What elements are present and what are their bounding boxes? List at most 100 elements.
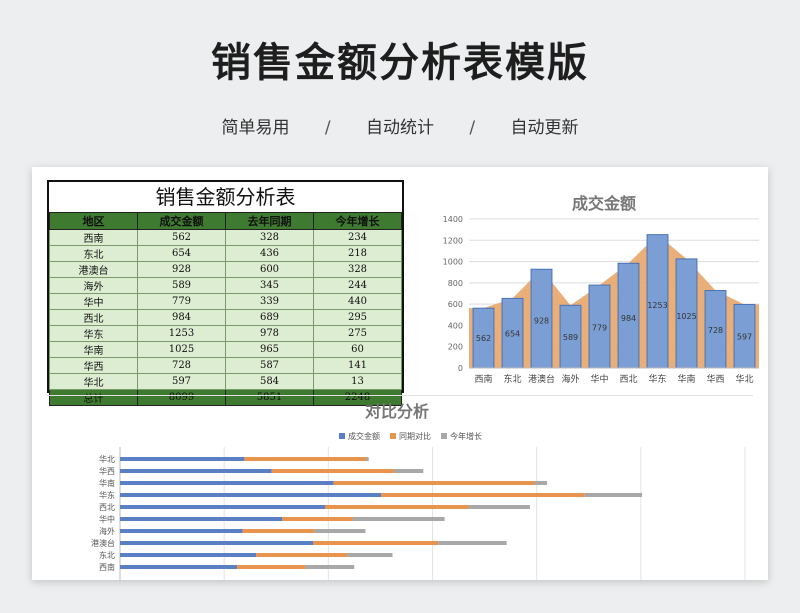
bar-segment	[468, 505, 530, 509]
table-cell: 华中	[49, 293, 138, 310]
bar-segment	[333, 481, 535, 485]
y-tick-label: 0	[458, 364, 463, 373]
y-tick-label: 600	[448, 300, 463, 309]
table-cell: 654	[137, 245, 226, 262]
bar-segment	[584, 493, 643, 497]
table-cell: 562	[137, 229, 226, 246]
x-tick-label: 西南	[474, 373, 492, 385]
y-tick-label: 800	[448, 279, 463, 288]
amount-column-chart: 成交金额 0 200 400 600 800 1000 1200 1400 562 西南 654 东北 9…	[443, 194, 759, 385]
table-cell: 440	[313, 293, 402, 310]
bar-segment	[347, 553, 393, 557]
table-cell: 234	[313, 229, 402, 246]
table-cell: 328	[225, 229, 314, 246]
table-cell: 728	[137, 357, 226, 374]
bar-segment	[120, 481, 334, 485]
bar-segment	[282, 517, 353, 521]
legend-swatch	[339, 433, 345, 439]
table-cell: 1253	[137, 325, 226, 342]
bar-segment	[120, 553, 257, 557]
col-header: 去年同期	[225, 212, 314, 230]
y-tick-label: 华东	[99, 490, 115, 500]
table-cell: 1025	[137, 341, 226, 358]
table-cell: 295	[313, 309, 402, 326]
table-cell: 华北	[49, 373, 138, 390]
y-tick-label: 华北	[99, 454, 115, 464]
bar-segment	[120, 469, 272, 473]
bar-segment	[393, 469, 424, 473]
table-cell: 华西	[49, 357, 138, 374]
data-table: 地区 成交金额 去年同期 今年增长 西南 562 328 234 东北 654 436 218…	[49, 212, 402, 406]
tag-auto-stats: 自动统计	[366, 118, 434, 138]
bar-value-label: 984	[621, 314, 636, 323]
table-cell: 597	[137, 373, 226, 390]
x-tick-label: 华南	[677, 373, 695, 385]
table-cell: 218	[313, 245, 402, 262]
bar-value-label: 1025	[676, 312, 696, 321]
y-tick-label: 1000	[443, 258, 463, 267]
table-cell: 港澳台	[49, 261, 138, 278]
feature-tags: 简单易用 / 自动统计 / 自动更新	[0, 113, 800, 138]
x-tick-label: 海外	[561, 373, 579, 385]
table-cell: 779	[137, 293, 226, 310]
page-title: 销售金额分析表模版	[211, 40, 589, 86]
bar-value-label: 589	[563, 333, 578, 342]
table-cell: 589	[137, 277, 226, 294]
table-title: 销售金额分析表	[155, 185, 296, 209]
bar-segment	[313, 541, 439, 545]
table-cell: 339	[225, 293, 314, 310]
table-cell: 345	[225, 277, 314, 294]
table-row: 西南 562 328 234	[49, 229, 402, 246]
table-cell: 984	[137, 309, 226, 326]
y-tick-label: 东北	[99, 550, 115, 560]
x-tick-label: 华北	[735, 373, 753, 385]
bar-segment	[242, 529, 315, 533]
y-tick-label: 1200	[443, 236, 463, 245]
y-tick-label: 华南	[99, 478, 115, 488]
table-cell: 978	[225, 325, 314, 342]
tag-separator: /	[324, 118, 331, 138]
y-tick-label: 1400	[443, 215, 463, 224]
bar-segment	[381, 493, 585, 497]
bar-segment	[244, 457, 367, 461]
table-header-row: 地区 成交金额 去年同期 今年增长	[49, 212, 402, 230]
table-row: 西北 984 689 295	[49, 309, 402, 326]
bar-value-label: 562	[476, 334, 491, 343]
col-header: 成交金额	[137, 212, 226, 230]
y-tick-label: 200	[448, 343, 463, 352]
legend-swatch	[390, 433, 396, 439]
table-cell: 275	[313, 325, 402, 342]
sales-table: 销售金额分析表 地区 成交金额 去年同期 今年增长 西南 562 328 234 东北 6…	[47, 180, 404, 406]
tag-auto-update: 自动更新	[510, 118, 579, 138]
table-cell: 60	[313, 341, 402, 358]
table-row: 华北 597 584 13	[49, 373, 402, 390]
table-cell: 584	[225, 373, 314, 390]
table-cell: 海外	[49, 277, 138, 294]
bar-segment	[120, 493, 382, 497]
table-cell: 587	[225, 357, 314, 374]
table-cell: 244	[313, 277, 402, 294]
legend-label: 成交金额	[348, 431, 380, 441]
table-cell: 13	[313, 373, 402, 390]
bar-value-label: 728	[708, 326, 723, 335]
legend-label: 同期对比	[399, 431, 431, 441]
table-row: 华南 1025 965 60	[49, 341, 402, 358]
col-header: 今年增长	[313, 212, 402, 230]
tag-easy: 简单易用	[221, 118, 290, 138]
table-row: 港澳台 928 600 328	[49, 261, 402, 278]
chart-title: 对比分析	[365, 402, 429, 421]
x-tick-label: 华中	[590, 373, 608, 385]
bar-segment	[237, 565, 306, 569]
table-cell: 东北	[49, 245, 138, 262]
table-cell: 965	[225, 341, 314, 358]
table-cell: 600	[225, 261, 314, 278]
x-tick-label: 华东	[648, 373, 666, 385]
bar-value-label: 928	[534, 317, 549, 326]
table-cell: 西北	[49, 309, 138, 326]
x-tick-label: 华西	[706, 373, 724, 385]
bar-segment	[352, 517, 445, 521]
bar-segment	[314, 529, 366, 533]
x-tick-label: 东北	[503, 373, 521, 385]
bar-segment	[120, 457, 245, 461]
y-tick-label: 海外	[99, 526, 115, 536]
